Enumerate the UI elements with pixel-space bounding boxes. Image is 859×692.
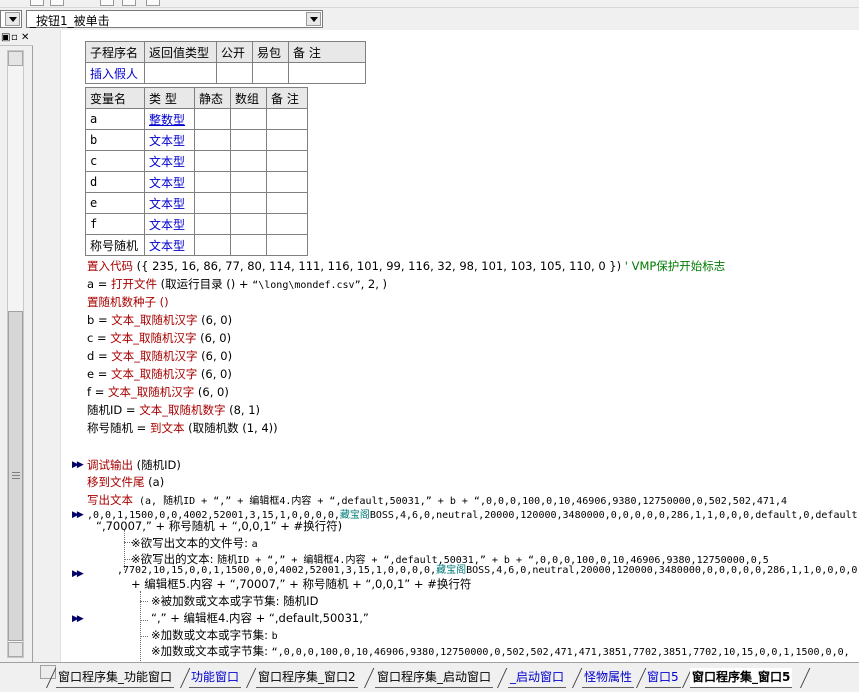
tab-window-assembly-startup[interactable]: 窗口程序集_启动窗口 — [375, 668, 494, 688]
code-line[interactable]: ※加数或文本或字节集: “,0,0,0,100,0,10,46906,9380,… — [151, 643, 850, 661]
restore-icon[interactable]: ▣ — [1, 32, 10, 43]
dock-icon[interactable]: ▫ — [11, 32, 18, 43]
table-cell[interactable] — [216, 62, 253, 84]
var-type-cell[interactable]: 文本型 — [144, 192, 195, 214]
table-header-row: 变量名 类 型 静态 数组 备 注 — [85, 87, 308, 109]
toolbar-button[interactable] — [30, 0, 44, 6]
code-editor[interactable]: 子程序名 返回值类型 公开 易包 备 注 插入假人 变量名 类 型 静态 数组 … — [34, 30, 859, 675]
var-type-cell[interactable]: 文本型 — [144, 150, 195, 172]
table-header: 类 型 — [144, 87, 195, 109]
table-cell[interactable] — [252, 62, 289, 84]
scroll-up-arrow[interactable] — [8, 51, 23, 66]
table-row[interactable]: b 文本型 — [85, 129, 308, 151]
code-line[interactable]: 调试输出 (随机ID) — [87, 457, 181, 473]
breakpoint-marker-icon[interactable]: ▶▶ — [72, 460, 84, 470]
code-line[interactable]: + 编辑框5.内容 + “,70007,” + 称号随机 + “,0,0,1” … — [131, 576, 471, 592]
toolbar — [0, 0, 859, 8]
code-line[interactable]: b = 文本_取随机汉字 (6, 0) — [87, 312, 232, 328]
table-row[interactable]: f 文本型 — [85, 213, 308, 235]
breakpoint-marker-icon[interactable]: ▶▶ — [72, 510, 84, 520]
editor-gutter — [34, 30, 60, 675]
var-name-cell[interactable]: d — [85, 171, 145, 193]
left-panel-header: ▣ ▫ ✕ — [0, 30, 33, 46]
table-row[interactable]: 称号随机 文本型 — [85, 234, 308, 256]
code-command: 置入代码 — [87, 259, 133, 273]
tab-monster-attributes[interactable]: 怪物属性 — [582, 668, 635, 688]
code-line[interactable]: “,” + 编辑框4.内容 + “,default,50031,” — [151, 610, 369, 626]
tab-bar: 窗口程序集_功能窗口 功能窗口 窗口程序集_窗口2 窗口程序集_启动窗口 _启动… — [0, 662, 859, 692]
vertical-scrollbar[interactable] — [7, 50, 24, 658]
chevron-down-icon[interactable] — [306, 12, 321, 26]
code-line[interactable]: a = 打开文件 (取运行目录 () + “\long\mondef.csv”,… — [87, 276, 387, 294]
code-line[interactable]: 置随机数种子 () — [87, 294, 169, 310]
chevron-down-icon[interactable] — [5, 12, 20, 26]
tab-function-window[interactable]: 功能窗口 — [189, 668, 242, 688]
table-cell[interactable] — [144, 62, 217, 84]
code-line[interactable]: f = 文本_取随机汉字 (6, 0) — [87, 384, 229, 400]
table-header: 静态 — [194, 87, 231, 109]
scroll-down-arrow[interactable] — [8, 642, 23, 657]
table-header: 数组 — [230, 87, 267, 109]
code-line[interactable]: c = 文本_取随机汉字 (6, 0) — [87, 330, 231, 346]
toolbar-button[interactable] — [100, 0, 114, 6]
var-name-cell[interactable]: f — [85, 213, 145, 235]
code-line[interactable]: ※被加数或文本或字节集: 随机ID — [151, 593, 318, 609]
code-line[interactable]: d = 文本_取随机汉字 (6, 0) — [87, 348, 232, 364]
code-line[interactable]: e = 文本_取随机汉字 (6, 0) — [87, 366, 232, 382]
var-type-cell[interactable]: 文本型 — [144, 213, 195, 235]
var-type-cell[interactable]: 文本型 — [144, 171, 195, 193]
table-row[interactable]: 插入假人 — [85, 62, 366, 84]
var-type-cell[interactable]: 文本型 — [144, 129, 195, 151]
table-header: 变量名 — [85, 87, 145, 109]
toolbar-button[interactable] — [146, 0, 160, 6]
table-header: 子程序名 — [85, 41, 145, 63]
code-line[interactable]: “,70007,” + 称号随机 + “,0,0,1” + #换行符) — [96, 518, 342, 534]
tab-window5[interactable]: 窗口5 — [645, 668, 681, 688]
event-combo-value: _按钮1_被单击 — [30, 14, 110, 28]
code-line[interactable]: 移到文件尾 (a) — [87, 474, 164, 490]
toolbar-button[interactable] — [122, 0, 136, 6]
table-row[interactable]: c 文本型 — [85, 150, 308, 172]
var-type-cell[interactable]: 文本型 — [144, 234, 195, 256]
toolbar-button[interactable] — [50, 0, 64, 6]
table-cell[interactable] — [288, 62, 366, 84]
code-comment: ' VMP保护开始标志 — [624, 259, 726, 273]
table-row[interactable]: e 文本型 — [85, 192, 308, 214]
tab-window-assembly-function[interactable]: 窗口程序集_功能窗口 — [56, 668, 175, 688]
left-panel: ▣ ▫ ✕ — [0, 30, 33, 662]
var-name-cell[interactable]: a — [85, 108, 145, 130]
code-line[interactable]: 称号随机 = 到文本 (取随机数 (1, 4)) — [87, 420, 278, 436]
var-name-cell[interactable]: 称号随机 — [85, 234, 145, 256]
var-name-cell[interactable]: c — [85, 150, 145, 172]
tab-window-assembly-window2[interactable]: 窗口程序集_窗口2 — [256, 668, 358, 688]
var-type-cell[interactable]: 整数型 — [144, 108, 195, 130]
code-line[interactable]: 随机ID = 文本_取随机数字 (8, 1) — [87, 402, 260, 418]
subroutine-name-cell[interactable]: 插入假人 — [85, 62, 145, 84]
variable-table: 变量名 类 型 静态 数组 备 注 a 整数型 b 文本型 c 文本型 d 文本型 e文… — [85, 87, 308, 256]
breakpoint-marker-icon[interactable]: ▶▶ — [72, 614, 84, 624]
var-name-cell[interactable]: b — [85, 129, 145, 151]
table-header: 返回值类型 — [144, 41, 217, 63]
table-header: 公开 — [216, 41, 253, 63]
tab-startup-window[interactable]: _启动窗口 — [508, 668, 567, 688]
scrollbar-thumb[interactable] — [8, 311, 23, 641]
object-combo[interactable] — [0, 10, 22, 28]
table-row[interactable]: d 文本型 — [85, 171, 308, 193]
var-name-cell[interactable]: e — [85, 192, 145, 214]
close-icon[interactable]: ✕ — [21, 32, 29, 43]
table-header-row: 子程序名 返回值类型 公开 易包 备 注 — [85, 41, 366, 63]
code-line[interactable]: 置入代码 ({ 235, 16, 86, 77, 80, 114, 111, 1… — [87, 258, 725, 274]
table-header: 备 注 — [266, 87, 308, 109]
combo-row: _按钮1_被单击 — [0, 8, 859, 30]
breakpoint-marker-icon[interactable]: ▶▶ — [72, 569, 84, 579]
tab-window-assembly-window5[interactable]: 窗口程序集_窗口5 — [690, 668, 793, 688]
event-combo[interactable]: _按钮1_被单击 — [26, 10, 323, 28]
subroutine-table: 子程序名 返回值类型 公开 易包 备 注 插入假人 — [85, 41, 366, 84]
table-header: 易包 — [252, 41, 289, 63]
table-row[interactable]: a 整数型 — [85, 108, 308, 130]
table-header: 备 注 — [288, 41, 366, 63]
